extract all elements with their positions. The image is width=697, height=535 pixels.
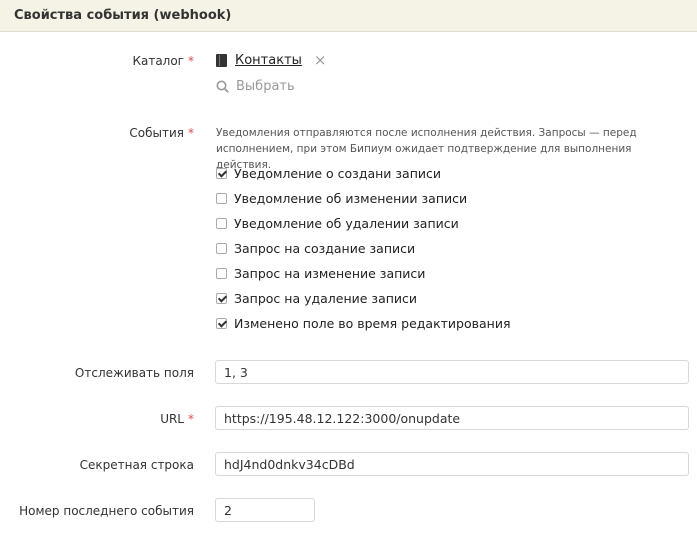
last-event-input[interactable]: 2	[215, 498, 315, 522]
checkbox[interactable]	[216, 168, 227, 179]
checkbox[interactable]	[216, 318, 227, 329]
search-icon	[216, 80, 229, 93]
required-mark: *	[188, 412, 194, 426]
panel-title: Свойства события (webhook)	[14, 8, 232, 23]
secret-input[interactable]: hdJ4nd0dnkv34cDBd	[215, 452, 689, 476]
event-option[interactable]: Уведомление о создани записи	[216, 166, 441, 181]
event-option[interactable]: Запрос на изменение записи	[216, 266, 425, 281]
choose-label: Выбрать	[236, 79, 295, 94]
event-option[interactable]: Уведомление об удалении записи	[216, 216, 459, 231]
url-input[interactable]: https://195.48.12.122:3000/onupdate	[215, 406, 689, 430]
url-label: URL *	[160, 412, 194, 426]
remove-catalog-icon[interactable]: ×	[314, 53, 327, 68]
required-mark: *	[188, 54, 194, 68]
event-option[interactable]: Запрос на удаление записи	[216, 291, 417, 306]
panel-header: Свойства события (webhook)	[0, 0, 697, 32]
checkbox[interactable]	[216, 268, 227, 279]
last-event-label: Номер последнего события	[19, 504, 194, 518]
event-option[interactable]: Запрос на создание записи	[216, 241, 415, 256]
event-option[interactable]: Уведомление об изменении записи	[216, 191, 467, 206]
book-icon	[216, 54, 227, 67]
secret-label: Секретная строка	[79, 458, 194, 472]
track-fields-label: Отслеживать поля	[74, 366, 194, 380]
catalog-selected: Контакты ×	[216, 53, 327, 68]
checkbox[interactable]	[216, 193, 227, 204]
checkbox[interactable]	[216, 243, 227, 254]
catalog-link[interactable]: Контакты	[235, 53, 302, 68]
checkbox[interactable]	[216, 218, 227, 229]
choose-catalog-button[interactable]: Выбрать	[216, 79, 295, 94]
required-mark: *	[188, 126, 194, 140]
checkbox[interactable]	[216, 293, 227, 304]
track-fields-input[interactable]: 1, 3	[215, 360, 689, 384]
webhook-form: Каталог * Контакты × Выбрать События * Уве…	[0, 32, 697, 535]
catalog-label: Каталог *	[132, 54, 194, 68]
event-option[interactable]: Изменено поле во время редактирования	[216, 316, 510, 331]
events-label: События *	[129, 126, 194, 140]
